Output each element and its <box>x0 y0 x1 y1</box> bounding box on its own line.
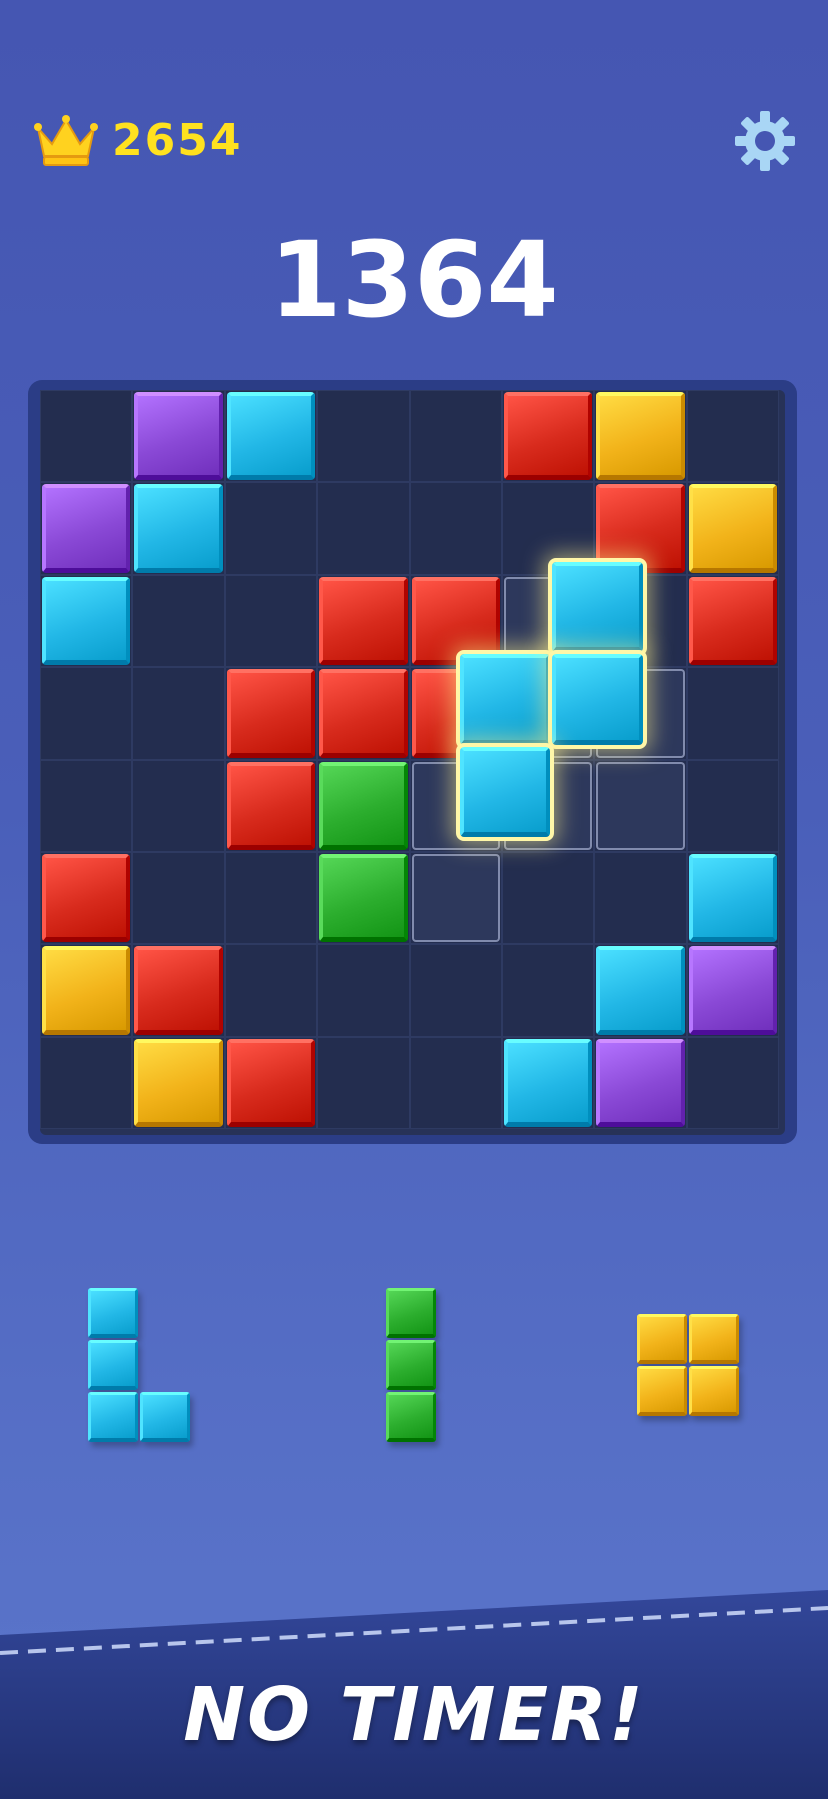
block-red <box>226 761 316 850</box>
board-cell[interactable] <box>40 667 133 760</box>
block-purple <box>134 392 223 481</box>
board-cell[interactable] <box>317 1036 410 1130</box>
block-cyan <box>688 854 778 943</box>
block-red <box>42 854 131 943</box>
block-green <box>319 761 408 850</box>
tray-block-yellow <box>689 1366 739 1416</box>
tray-block-green <box>386 1288 436 1338</box>
tray-block-green <box>386 1340 436 1390</box>
dragged-block <box>548 650 647 749</box>
block-green <box>319 854 408 943</box>
board-cell[interactable] <box>132 852 225 945</box>
block-red <box>319 669 408 758</box>
tray-block-cyan <box>88 1392 138 1442</box>
block-cyan <box>134 484 223 573</box>
board-cell[interactable] <box>40 390 133 483</box>
block-purple <box>596 1038 685 1128</box>
tray-block-yellow <box>637 1314 687 1364</box>
board-cell[interactable] <box>317 482 410 575</box>
placement-preview-cell <box>411 854 500 943</box>
block-red <box>596 484 685 573</box>
best-score: 2654 <box>112 115 243 166</box>
tray-block-cyan <box>88 1288 138 1338</box>
crown-icon <box>34 115 98 166</box>
board-cell[interactable] <box>686 1036 780 1130</box>
block-purple <box>688 946 778 1035</box>
board-cell[interactable] <box>409 390 502 483</box>
board-cell[interactable] <box>409 944 502 1037</box>
board-cell[interactable] <box>132 667 225 760</box>
current-score: 1364 <box>269 219 559 341</box>
board-cell[interactable] <box>409 482 502 575</box>
board-cell[interactable] <box>409 1036 502 1130</box>
tray-block-cyan <box>140 1392 190 1442</box>
dragged-block <box>455 742 555 842</box>
block-yellow <box>42 946 131 1035</box>
board-cell[interactable] <box>686 667 780 760</box>
top-bar: 2654 <box>0 100 828 190</box>
placement-preview-cell <box>596 761 685 850</box>
block-cyan <box>42 576 131 666</box>
block-yellow <box>688 484 778 573</box>
block-red <box>134 946 223 1035</box>
tray-block-yellow <box>637 1366 687 1416</box>
block-cyan <box>504 1038 593 1128</box>
block-red <box>226 669 316 758</box>
tray-block-yellow <box>689 1314 739 1364</box>
tray-block-cyan <box>88 1340 138 1390</box>
block-yellow <box>134 1038 223 1128</box>
block-cyan <box>226 392 316 481</box>
gear-icon[interactable] <box>734 110 796 172</box>
board-cell[interactable] <box>317 944 410 1037</box>
board-cell[interactable] <box>502 944 595 1037</box>
board-cell[interactable] <box>317 390 410 483</box>
block-red <box>504 392 593 481</box>
block-red <box>319 576 408 666</box>
dragged-block <box>548 557 647 657</box>
board-cell[interactable] <box>502 482 595 575</box>
board-cell[interactable] <box>502 852 595 945</box>
block-cyan <box>596 946 685 1035</box>
tray-block-green <box>386 1392 436 1442</box>
board-cell[interactable] <box>686 390 780 483</box>
block-red <box>226 1038 316 1128</box>
game-board[interactable] <box>40 390 785 1135</box>
board-cell[interactable] <box>40 759 133 852</box>
dragged-block <box>455 650 555 749</box>
board-cell[interactable] <box>224 574 318 668</box>
block-red <box>411 576 500 666</box>
block-purple <box>42 484 131 573</box>
board-cell[interactable] <box>686 759 780 852</box>
board-cell[interactable] <box>40 1036 133 1130</box>
board-cell[interactable] <box>594 852 687 945</box>
board-cell[interactable] <box>224 852 318 945</box>
block-yellow <box>596 392 685 481</box>
banner-text: NO TIMER! <box>183 1672 645 1758</box>
board-cell[interactable] <box>132 759 225 852</box>
block-red <box>688 576 778 666</box>
board-cell[interactable] <box>132 574 225 668</box>
board-cell[interactable] <box>224 944 318 1037</box>
board-cell[interactable] <box>224 482 318 575</box>
